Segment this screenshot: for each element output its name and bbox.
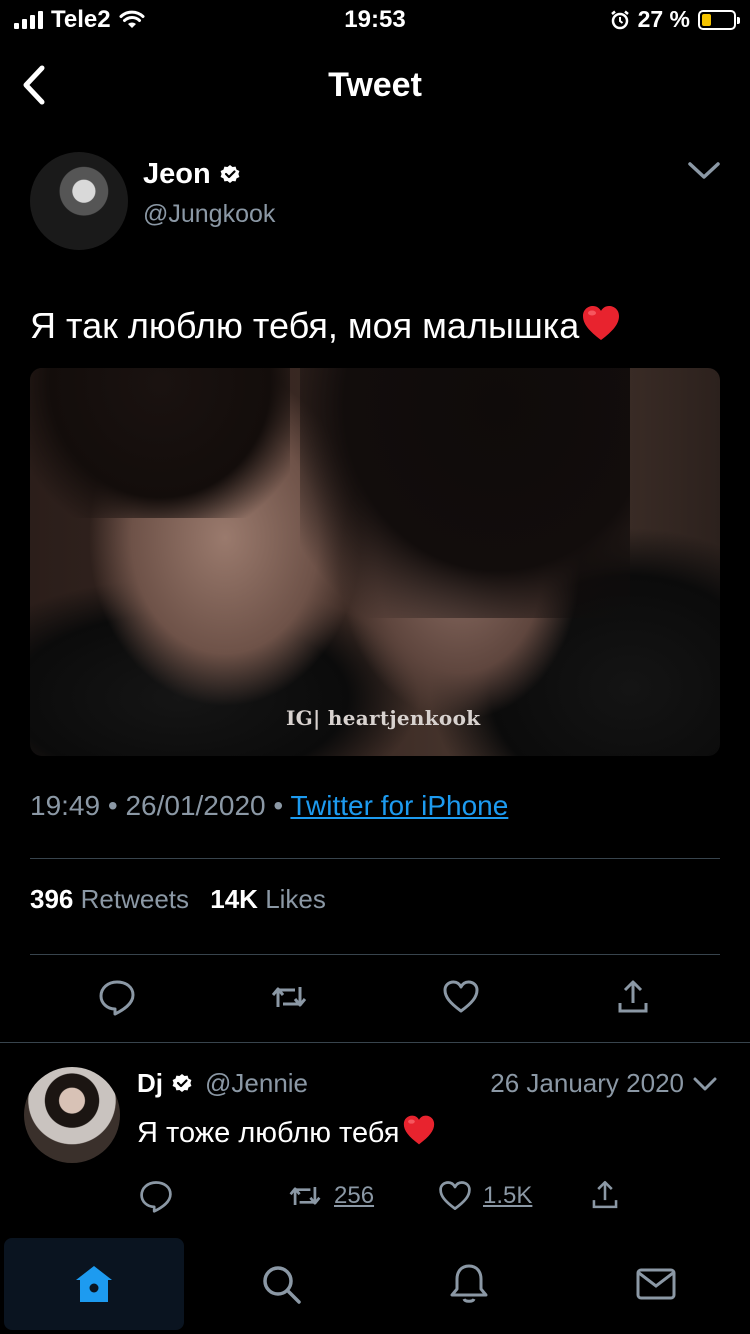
reply-like-action[interactable]: 1.5K [437, 1178, 532, 1214]
likes-count[interactable]: 14K [210, 884, 258, 914]
status-bar: Tele2 19:53 27 % [0, 0, 750, 40]
retweets-label[interactable]: Retweets [81, 884, 189, 914]
battery-percent: 27 % [637, 6, 690, 32]
red-heart-icon [583, 306, 620, 340]
chevron-down-icon[interactable] [692, 1074, 718, 1094]
reply-retweet-count[interactable]: 256 [334, 1182, 374, 1210]
page-title: Tweet [328, 66, 422, 104]
home-icon[interactable] [72, 1262, 116, 1306]
chevron-down-icon[interactable] [686, 156, 722, 184]
reply-author-handle: @Jennie [205, 1068, 309, 1098]
author-name: Jeon [143, 158, 211, 190]
author-avatar[interactable] [30, 152, 128, 250]
reply-author-name: Dj [137, 1068, 163, 1098]
reply-like-count[interactable]: 1.5K [483, 1182, 532, 1210]
battery-icon [698, 9, 740, 30]
tweet-stats: 396 Retweets 14K Likes [30, 884, 340, 915]
reply-author-avatar[interactable] [24, 1067, 120, 1163]
divider [0, 1042, 750, 1043]
tweet-time: 19:49 [30, 790, 101, 821]
meta-separator: • [273, 790, 291, 821]
retweet-icon[interactable] [269, 977, 309, 1017]
alarm-icon [610, 10, 629, 29]
reply-reply-action[interactable] [138, 1178, 174, 1214]
verified-badge-icon [220, 164, 240, 183]
reply-icon[interactable] [138, 1178, 174, 1214]
status-right: 27 % [610, 6, 740, 33]
meta-separator: • [107, 790, 126, 821]
tab-bar [0, 1236, 750, 1334]
tweet-meta: 19:49 • 26/01/2020 • Twitter for iPhone [30, 790, 508, 822]
retweets-count[interactable]: 396 [30, 884, 73, 914]
share-icon[interactable] [588, 1178, 622, 1212]
reply-icon[interactable] [97, 977, 137, 1017]
retweet-icon [289, 1187, 321, 1205]
reply-header[interactable]: Dj @Jennie [137, 1068, 308, 1099]
notifications-icon[interactable] [447, 1262, 491, 1306]
tweet-image[interactable]: IG| heartjenkook [30, 368, 720, 756]
likes-label[interactable]: Likes [265, 884, 326, 914]
red-heart-icon [403, 1115, 434, 1145]
search-icon[interactable] [259, 1262, 303, 1306]
messages-icon[interactable] [634, 1262, 678, 1306]
divider [30, 858, 720, 859]
image-region-right [300, 368, 630, 618]
tweet-date: 26/01/2020 [125, 790, 266, 821]
author-name-row[interactable]: Jeon [143, 158, 241, 191]
divider [30, 954, 720, 955]
reply-text: Я тоже люблю тебя [137, 1114, 436, 1150]
tweet-text-body: Я так люблю тебя, моя малышка [30, 305, 580, 346]
verified-badge-icon [172, 1073, 192, 1092]
image-region-left [30, 368, 290, 518]
reply-share-action[interactable] [588, 1178, 622, 1212]
share-icon[interactable] [613, 977, 653, 1017]
like-icon [439, 1181, 471, 1210]
image-watermark: IG| heartjenkook [286, 706, 481, 730]
reply-retweet-action[interactable]: 256 [286, 1178, 374, 1214]
nav-bar: Tweet [0, 50, 750, 120]
tweet-text: Я так люблю тебя, моя малышка [30, 302, 621, 350]
reply-text-body: Я тоже люблю тебя [137, 1117, 400, 1149]
author-handle: @Jungkook [143, 200, 276, 228]
reply-date: 26 January 2020 [490, 1068, 684, 1098]
like-icon[interactable] [441, 977, 481, 1017]
tweet-source-link[interactable]: Twitter for iPhone [290, 790, 508, 821]
